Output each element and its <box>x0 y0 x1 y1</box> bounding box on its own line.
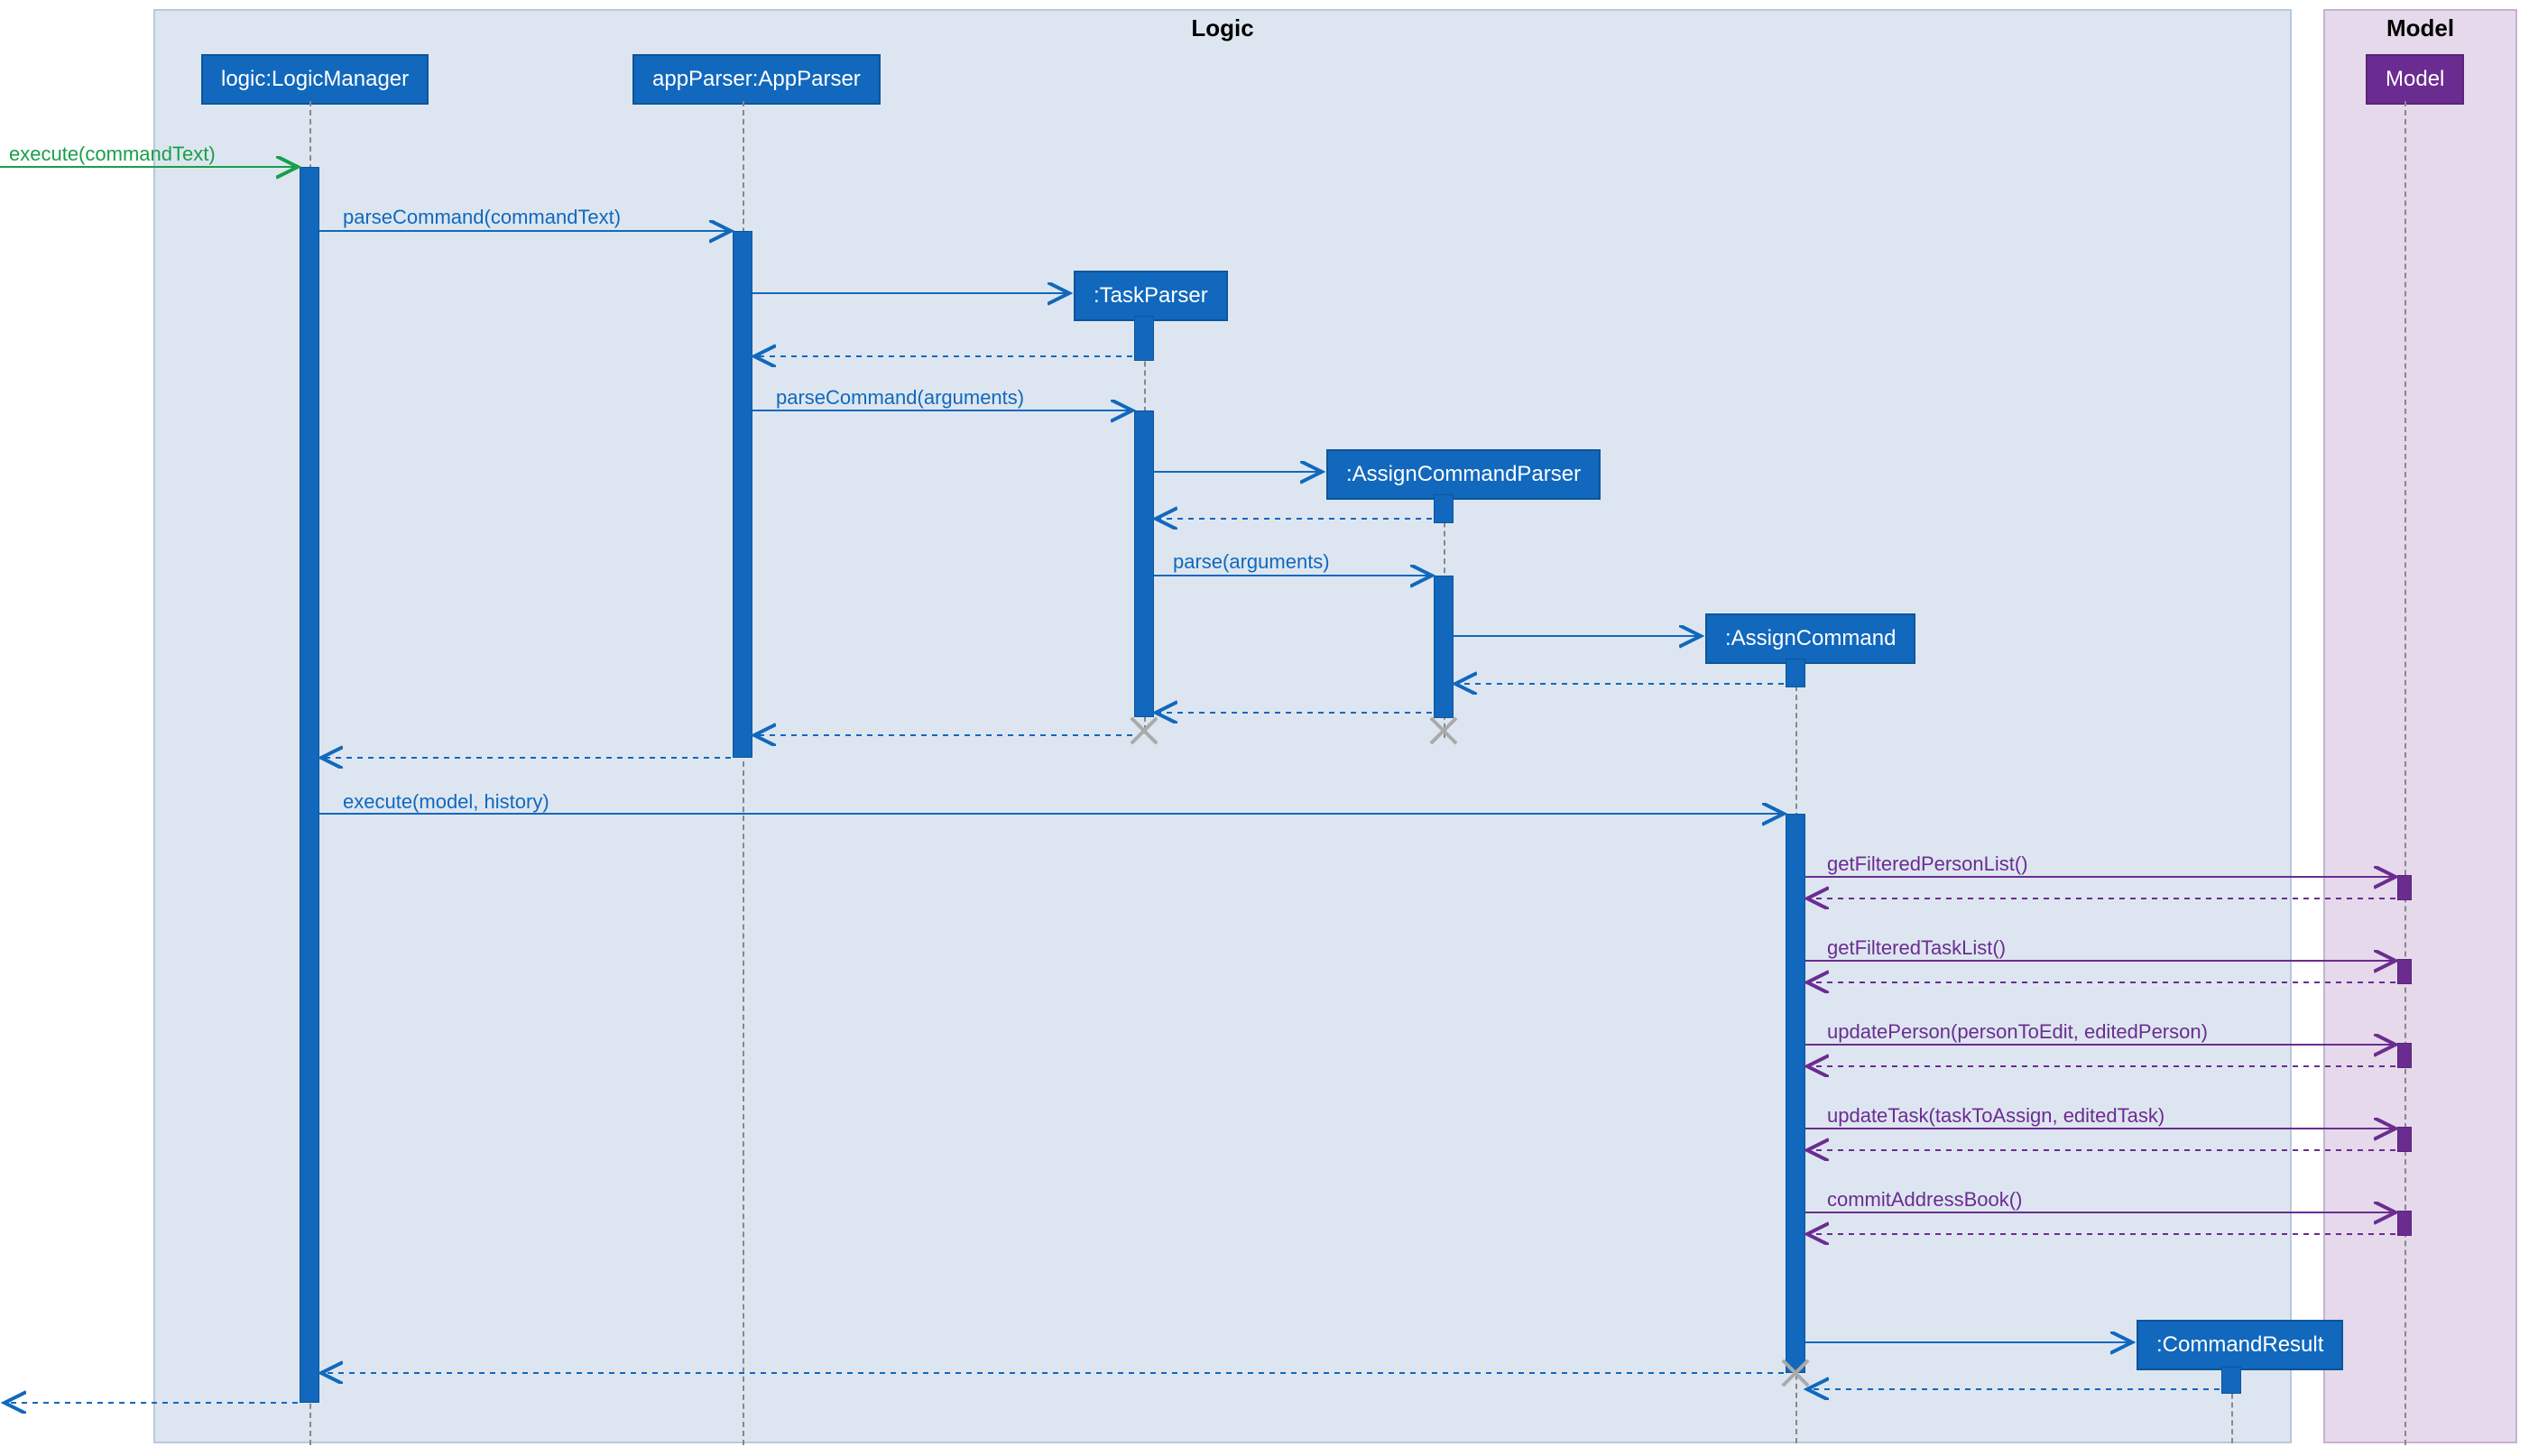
msg-parse-cmd-args: parseCommand(arguments) <box>776 386 1024 410</box>
participant-model: Model <box>2366 54 2464 105</box>
destroy-assign-cmd-parser <box>1426 713 1462 749</box>
activation-app-parser <box>733 231 752 758</box>
activation-model-2 <box>2397 959 2412 984</box>
destroy-assign-cmd <box>1777 1355 1814 1391</box>
msg-parse-cmd-text: parseCommand(commandText) <box>343 206 621 229</box>
activation-model-5 <box>2397 1211 2412 1236</box>
activation-assign-cmd-parser-main <box>1434 576 1454 718</box>
activation-assign-cmd-parser-create <box>1434 494 1454 523</box>
activation-cmd-result <box>2221 1367 2241 1394</box>
activation-task-parser-main <box>1134 410 1154 717</box>
lifeline-model <box>2404 101 2406 1445</box>
msg-get-filtered-person-list: getFilteredPersonList() <box>1827 852 2028 876</box>
participant-logic-manager: logic:LogicManager <box>201 54 429 105</box>
participant-app-parser: appParser:AppParser <box>632 54 881 105</box>
destroy-task-parser <box>1126 713 1162 749</box>
model-frame-title: Model <box>2359 9 2481 48</box>
activation-model-3 <box>2397 1043 2412 1068</box>
model-frame: Model <box>2323 9 2517 1443</box>
msg-commit-address-book: commitAddressBook() <box>1827 1188 2022 1212</box>
activation-model-4 <box>2397 1127 2412 1152</box>
msg-update-task: updateTask(taskToAssign, editedTask) <box>1827 1104 2164 1128</box>
msg-execute-cmd-text: execute(commandText) <box>9 143 216 166</box>
participant-assign-cmd-parser: :AssignCommandParser <box>1326 449 1601 500</box>
activation-logic-manager <box>300 167 319 1403</box>
activation-model-1 <box>2397 875 2412 900</box>
msg-get-filtered-task-list: getFilteredTaskList() <box>1827 936 2006 960</box>
activation-task-parser-create <box>1134 316 1154 361</box>
msg-execute-model-hist: execute(model, history) <box>343 790 549 814</box>
participant-assign-cmd: :AssignCommand <box>1705 613 1915 664</box>
activation-assign-cmd-main <box>1786 814 1805 1373</box>
msg-parse-args: parse(arguments) <box>1173 550 1330 574</box>
logic-frame-title: Logic <box>1164 9 1280 48</box>
activation-assign-cmd-create <box>1786 659 1805 687</box>
participant-task-parser: :TaskParser <box>1074 271 1228 321</box>
participant-cmd-result: :CommandResult <box>2137 1320 2343 1370</box>
msg-update-person: updatePerson(personToEdit, editedPerson) <box>1827 1020 2208 1044</box>
